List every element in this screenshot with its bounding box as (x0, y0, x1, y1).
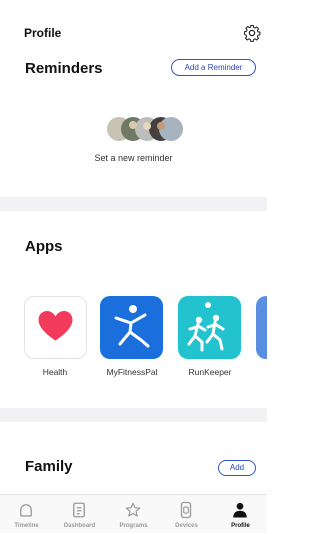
star-icon (125, 502, 141, 517)
next-app-tile[interactable] (256, 296, 267, 359)
tab-bar: Timeline Dashboard Programs Devices Prof… (0, 494, 267, 533)
section-divider (0, 197, 267, 211)
myfitnesspal-app-label: MyFitnessPal (106, 367, 158, 377)
timeline-icon (20, 504, 32, 517)
header-bar (0, 0, 267, 48)
apps-heading: Apps (25, 238, 63, 255)
runkeeper-app-tile[interactable] (178, 296, 241, 359)
set-reminder-text[interactable]: Set a new reminder (0, 153, 267, 163)
person-icon (233, 502, 247, 518)
device-icon (180, 501, 192, 519)
reminder-avatars-image (106, 116, 184, 142)
runkeeper-app-label: RunKeeper (188, 367, 232, 377)
tab-devices[interactable]: Devices (160, 495, 213, 534)
tab-programs[interactable]: Programs (107, 495, 160, 534)
tab-profile[interactable]: Profile (214, 495, 267, 534)
heart-icon (38, 311, 73, 341)
page-title: Profile (24, 26, 62, 40)
family-heading: Family (25, 458, 73, 475)
add-reminder-button[interactable]: Add a Reminder (171, 59, 256, 76)
tab-label: Dashboard (63, 523, 96, 529)
tab-dashboard[interactable]: Dashboard (53, 495, 106, 534)
section-divider (0, 408, 267, 422)
tab-timeline[interactable]: Timeline (0, 495, 53, 534)
runners-icon (187, 302, 225, 352)
tab-label: Timeline (14, 523, 39, 529)
dashboard-icon (73, 502, 85, 518)
health-app-tile[interactable] (24, 296, 87, 359)
stick-figure-icon (114, 305, 150, 348)
gear-icon[interactable] (243, 24, 261, 42)
reminders-heading: Reminders (25, 60, 103, 77)
myfitnesspal-app-tile[interactable] (100, 296, 163, 359)
tab-label: Profile (231, 523, 250, 529)
tab-label: Devices (175, 523, 198, 529)
tab-label: Programs (119, 523, 148, 529)
add-family-button[interactable]: Add (218, 460, 256, 476)
